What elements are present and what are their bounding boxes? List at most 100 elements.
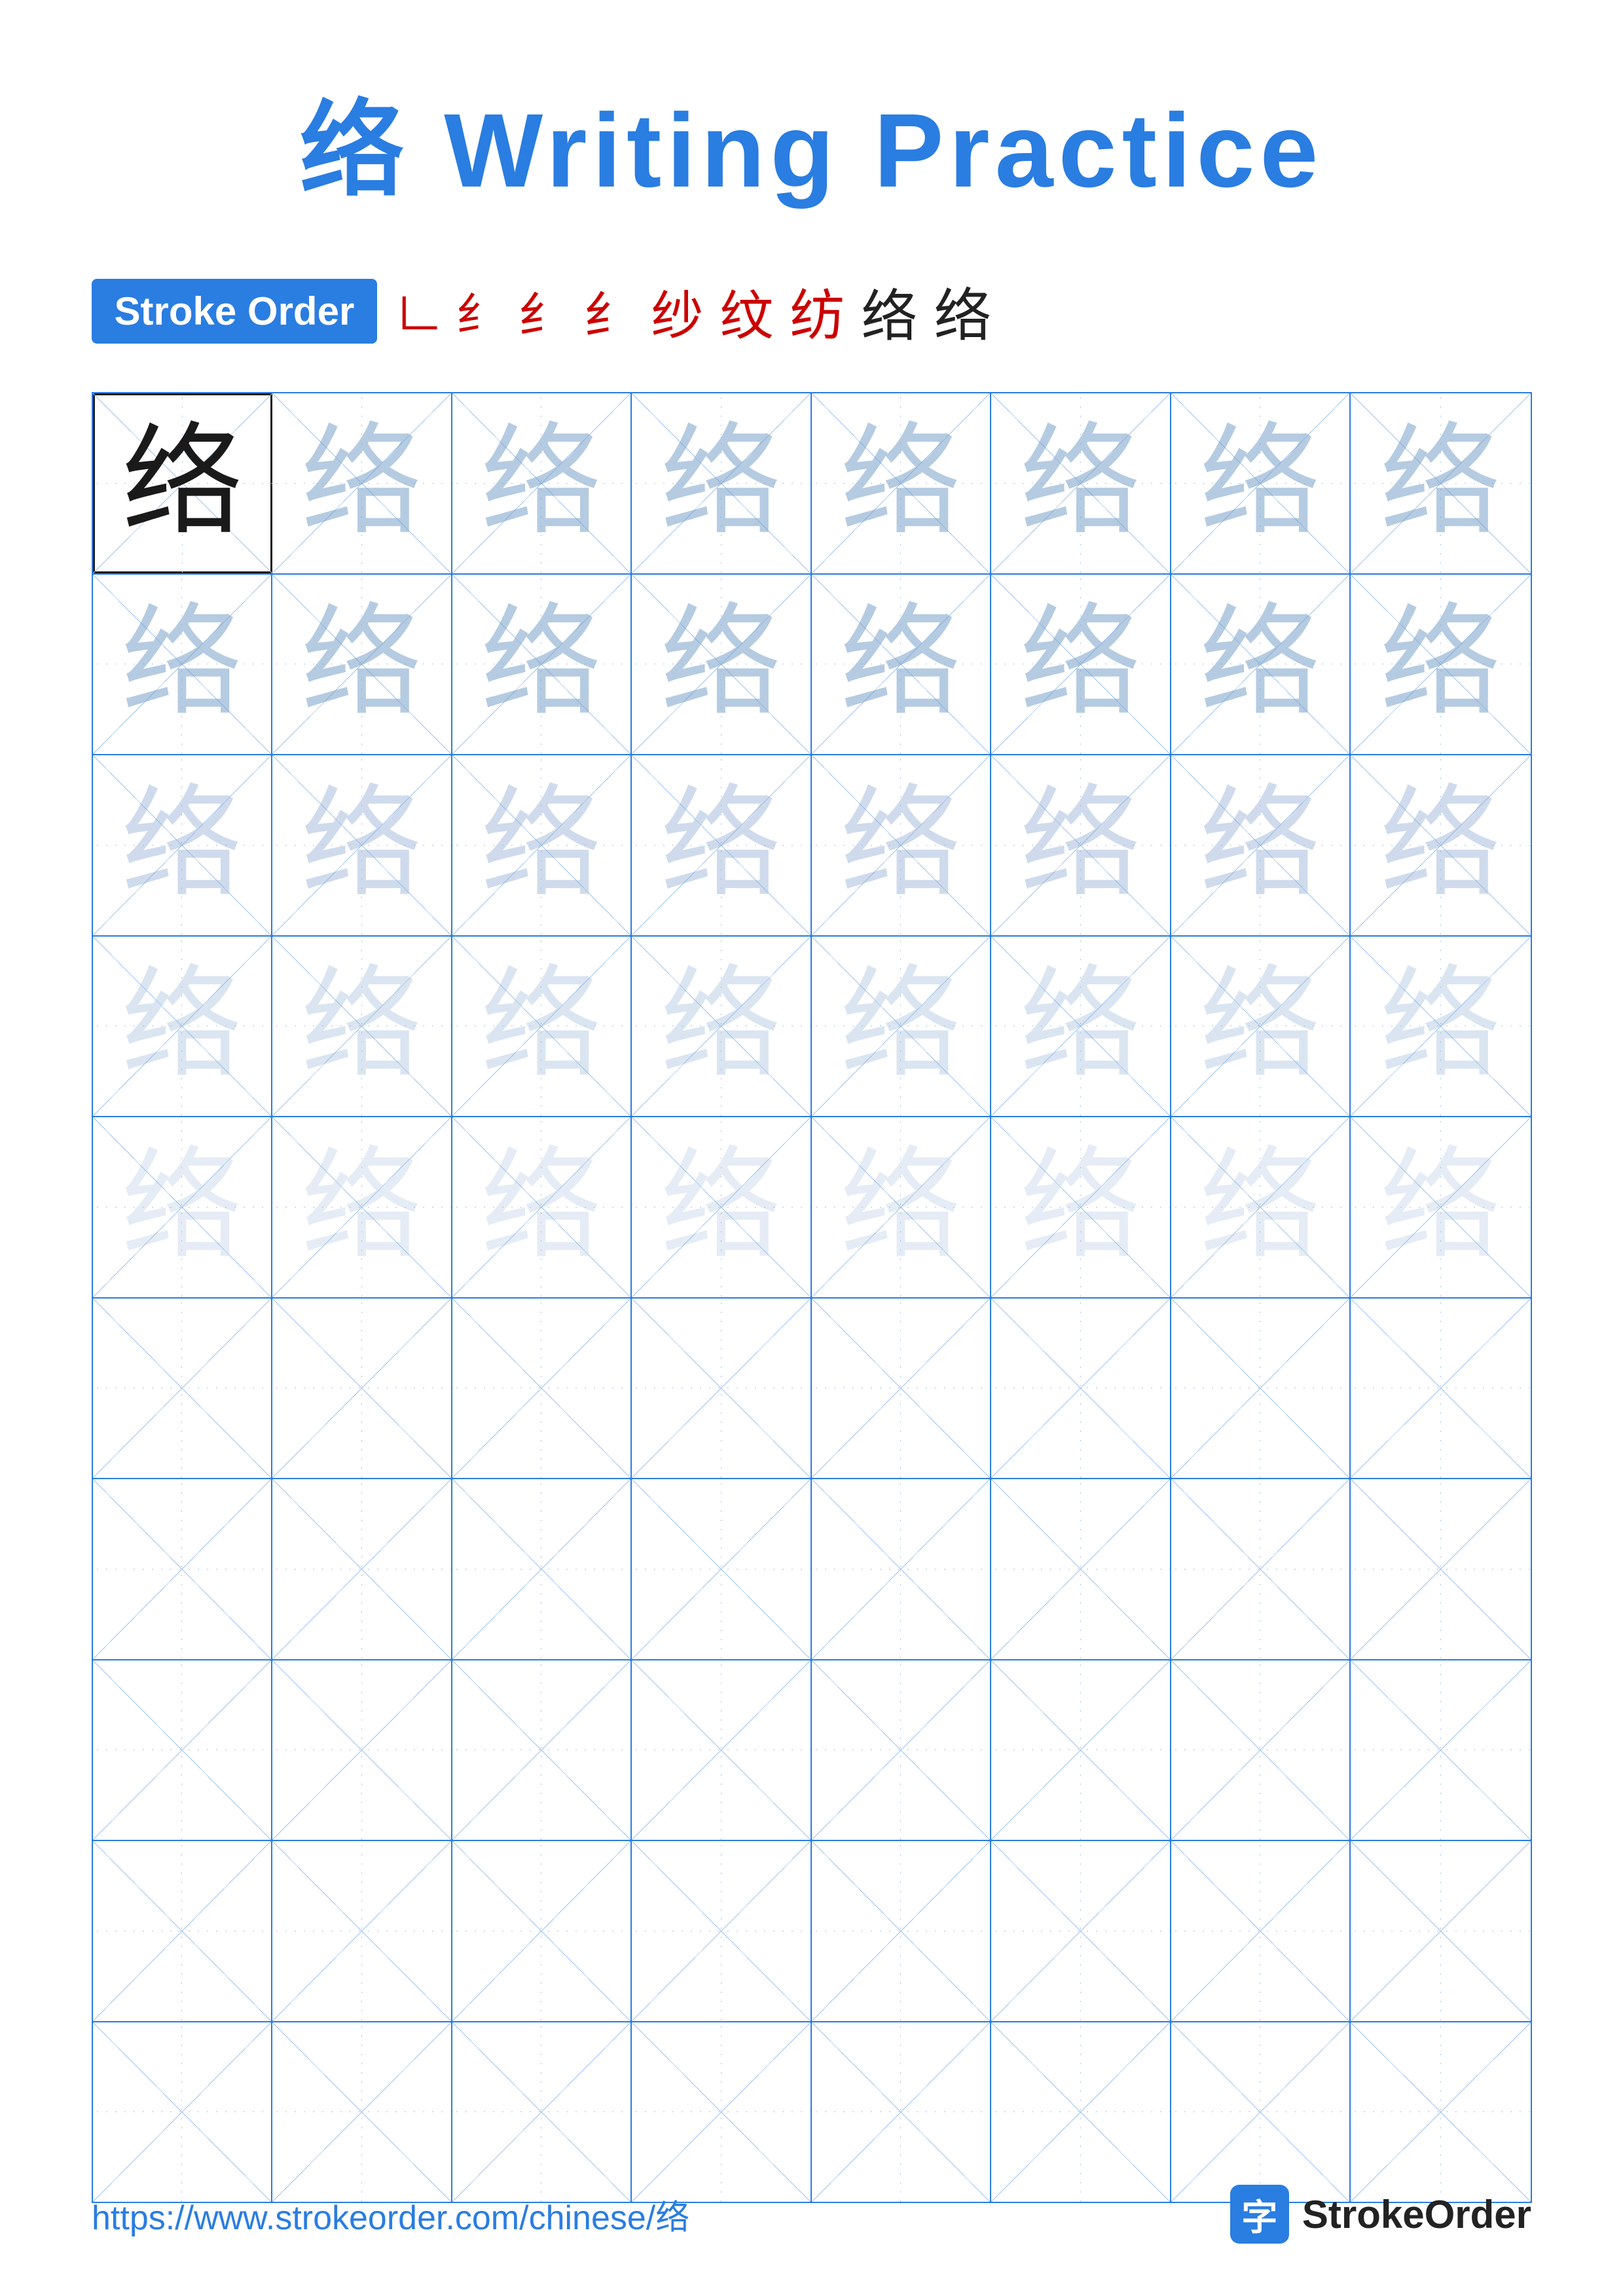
grid-cell[interactable]: [632, 1660, 812, 1840]
grid-row: [93, 2022, 1531, 2202]
grid-cell[interactable]: 络: [991, 1117, 1171, 1297]
grid-cell[interactable]: [1171, 2022, 1351, 2202]
grid-cell[interactable]: 络: [93, 393, 273, 573]
practice-char: 络: [481, 785, 602, 906]
grid-cell[interactable]: [1351, 2022, 1531, 2202]
grid-cell[interactable]: 络: [991, 937, 1171, 1117]
grid-row: 络 络 络 络 络 络 络 络: [93, 755, 1531, 937]
grid-cell[interactable]: 络: [632, 1117, 812, 1297]
grid-cell[interactable]: 络: [1171, 575, 1351, 755]
grid-cell[interactable]: 络: [991, 755, 1171, 935]
grid-cell[interactable]: [452, 2022, 632, 2202]
grid-cell[interactable]: 络: [272, 1117, 452, 1297]
grid-cell[interactable]: [452, 1660, 632, 1840]
grid-row: [93, 1299, 1531, 1480]
stroke-6: 纹: [720, 272, 773, 350]
grid-cell[interactable]: 络: [812, 1117, 992, 1297]
grid-cell[interactable]: [1351, 1660, 1531, 1840]
grid-cell[interactable]: 络: [1171, 755, 1351, 935]
grid-cell[interactable]: 络: [452, 937, 632, 1117]
grid-cell[interactable]: [812, 1299, 992, 1479]
grid-cell[interactable]: [272, 1299, 452, 1479]
practice-char: 络: [1199, 965, 1321, 1086]
grid-cell[interactable]: [991, 2022, 1171, 2202]
grid-cell[interactable]: [1171, 1841, 1351, 2021]
grid-cell[interactable]: 络: [1171, 393, 1351, 573]
grid-cell[interactable]: 络: [272, 575, 452, 755]
grid-cell[interactable]: [812, 1841, 992, 2021]
grid-cell[interactable]: 络: [991, 575, 1171, 755]
stroke-5: 纱: [651, 274, 703, 350]
grid-cell[interactable]: [272, 1660, 452, 1840]
practice-char: 络: [661, 965, 782, 1086]
footer: https://www.strokeorder.com/chinese/络 字 …: [0, 2185, 1623, 2244]
grid-cell[interactable]: [1351, 1841, 1531, 2021]
grid-cell[interactable]: 络: [632, 575, 812, 755]
grid-cell[interactable]: 络: [452, 393, 632, 573]
grid-cell[interactable]: 络: [1171, 937, 1351, 1117]
grid-cell[interactable]: [991, 1660, 1171, 1840]
grid-cell[interactable]: [812, 1479, 992, 1659]
grid-cell[interactable]: [1351, 1479, 1531, 1659]
grid-cell[interactable]: [93, 1479, 273, 1659]
grid-cell[interactable]: [452, 1479, 632, 1659]
grid-cell[interactable]: 络: [632, 755, 812, 935]
grid-cell[interactable]: [632, 1479, 812, 1659]
grid-cell[interactable]: 络: [812, 755, 992, 935]
practice-char: 络: [840, 785, 961, 906]
grid-cell[interactable]: [93, 1841, 273, 2021]
grid-cell[interactable]: 络: [1351, 393, 1531, 573]
footer-url[interactable]: https://www.strokeorder.com/chinese/络: [92, 2190, 689, 2239]
grid-cell[interactable]: [1351, 1299, 1531, 1479]
grid-cell[interactable]: 络: [1351, 575, 1531, 755]
grid-cell[interactable]: 络: [93, 575, 273, 755]
grid-cell[interactable]: [1171, 1299, 1351, 1479]
grid-cell[interactable]: 络: [812, 937, 992, 1117]
practice-char: 络: [121, 965, 242, 1086]
grid-cell[interactable]: [452, 1299, 632, 1479]
grid-cell[interactable]: [1171, 1660, 1351, 1840]
grid-cell[interactable]: 络: [272, 937, 452, 1117]
grid-cell[interactable]: [632, 1841, 812, 2021]
grid-cell[interactable]: [632, 2022, 812, 2202]
grid-cell[interactable]: 络: [812, 393, 992, 573]
grid-cell[interactable]: 络: [1351, 755, 1531, 935]
grid-cell[interactable]: [991, 1299, 1171, 1479]
grid-cell[interactable]: 络: [452, 575, 632, 755]
grid-cell[interactable]: 络: [272, 755, 452, 935]
practice-char: 络: [122, 423, 243, 544]
grid-cell[interactable]: [93, 2022, 273, 2202]
practice-char: 络: [481, 603, 602, 725]
grid-cell[interactable]: 络: [1351, 1117, 1531, 1297]
grid-cell[interactable]: [632, 1299, 812, 1479]
grid-cell[interactable]: [272, 1841, 452, 2021]
grid-cell[interactable]: [812, 1660, 992, 1840]
grid-cell[interactable]: 络: [272, 393, 452, 573]
grid-cell[interactable]: [272, 1479, 452, 1659]
practice-char: 络: [1380, 423, 1501, 544]
grid-cell[interactable]: 络: [93, 755, 273, 935]
grid-cell[interactable]: 络: [452, 755, 632, 935]
practice-char: 络: [1020, 603, 1141, 725]
grid-cell[interactable]: [452, 1841, 632, 2021]
grid-cell[interactable]: 络: [1351, 937, 1531, 1117]
grid-cell[interactable]: [991, 1841, 1171, 2021]
grid-cell[interactable]: [272, 2022, 452, 2202]
grid-cell[interactable]: [991, 1479, 1171, 1659]
practice-char: 络: [301, 965, 422, 1086]
grid-cell[interactable]: 络: [452, 1117, 632, 1297]
grid-cell[interactable]: 络: [632, 937, 812, 1117]
grid-cell[interactable]: 络: [991, 393, 1171, 573]
grid-cell[interactable]: 络: [1171, 1117, 1351, 1297]
grid-cell[interactable]: 络: [632, 393, 812, 573]
practice-char: 络: [1199, 603, 1321, 725]
grid-cell[interactable]: 络: [812, 575, 992, 755]
grid-cell[interactable]: 络: [93, 1117, 273, 1297]
grid-cell[interactable]: [93, 1299, 273, 1479]
grid-cell[interactable]: [812, 2022, 992, 2202]
practice-char: 络: [1199, 1147, 1321, 1268]
grid-cell[interactable]: [1171, 1479, 1351, 1659]
grid-cell[interactable]: [93, 1660, 273, 1840]
grid-cell[interactable]: 络: [93, 937, 273, 1117]
practice-char: 络: [840, 603, 961, 725]
